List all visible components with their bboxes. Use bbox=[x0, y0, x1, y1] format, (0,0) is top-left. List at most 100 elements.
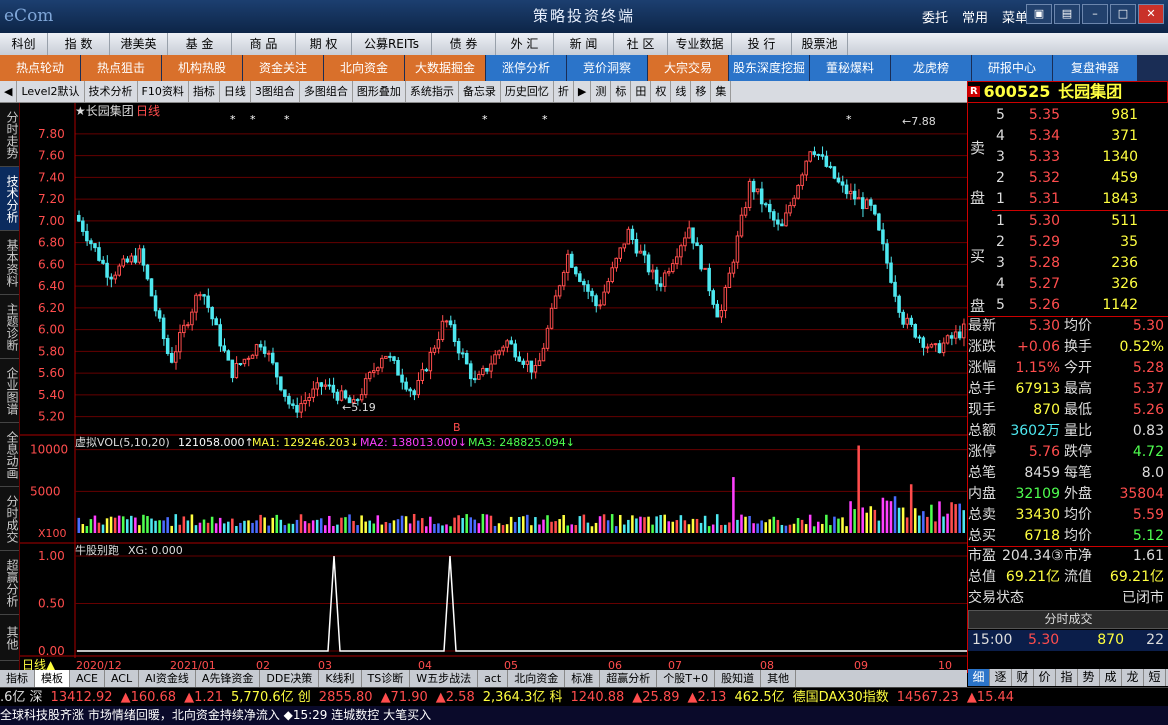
feature-tab[interactable]: 热点狙击 bbox=[81, 55, 161, 81]
indicator-tab[interactable]: 北向资金 bbox=[508, 670, 566, 687]
news-bar[interactable]: 全球科技股齐涨 市场情绪回暖，北向资金持续净流入 ◆15:29 连城数控 大笔买… bbox=[0, 706, 1168, 725]
indicator-tab[interactable]: A先锋资金 bbox=[196, 670, 261, 687]
toolbar-item[interactable]: F10资料 bbox=[138, 81, 189, 102]
feature-tab[interactable]: 热点轮动 bbox=[0, 55, 80, 81]
panel-tab[interactable]: 价 bbox=[1034, 669, 1056, 686]
menu-item[interactable]: 商 品 bbox=[232, 33, 296, 55]
toolbar-tool[interactable]: 测 bbox=[591, 81, 612, 102]
feature-tab[interactable]: 涨停分析 bbox=[486, 55, 566, 81]
indicator-tab[interactable]: ACE bbox=[70, 670, 105, 687]
feature-tab[interactable]: 复盘神器 bbox=[1053, 55, 1137, 81]
toolbar-item[interactable]: 技术分析 bbox=[85, 81, 138, 102]
close-icon[interactable]: ✕ bbox=[1138, 4, 1164, 24]
nav-tab[interactable]: 企业图谱 bbox=[0, 359, 19, 423]
feature-tab[interactable]: 股东深度挖掘 bbox=[729, 55, 809, 81]
nav-tab[interactable]: 其他 bbox=[0, 615, 19, 661]
indicator-tab[interactable]: ACL bbox=[105, 670, 140, 687]
panel-tab[interactable]: 龙 bbox=[1122, 669, 1144, 686]
toolbar-tool[interactable]: 线 bbox=[671, 81, 692, 102]
toolbar-item[interactable]: 图形叠加 bbox=[353, 81, 406, 102]
indicator-tab[interactable]: W五步战法 bbox=[410, 670, 479, 687]
menu-item[interactable]: 期 权 bbox=[296, 33, 352, 55]
menu-item[interactable]: 新 闻 bbox=[554, 33, 614, 55]
indicator-tab[interactable]: K线利 bbox=[319, 670, 362, 687]
menu-item[interactable]: 债 券 bbox=[432, 33, 496, 55]
feature-tab[interactable]: 研报中心 bbox=[972, 55, 1052, 81]
feature-tab[interactable]: 大宗交易 bbox=[648, 55, 728, 81]
indicator-tab[interactable]: TS诊断 bbox=[362, 670, 411, 687]
nav-tab[interactable]: 主题诊断 bbox=[0, 295, 19, 359]
toolbar-item[interactable]: Level2默认 bbox=[17, 81, 85, 102]
toolbar-tool[interactable]: 移 bbox=[691, 81, 712, 102]
toolbar-item[interactable]: 备忘录 bbox=[459, 81, 501, 102]
candle bbox=[844, 184, 849, 195]
indicator-tab[interactable]: 模板 bbox=[35, 670, 70, 687]
trades-header[interactable]: 分时成交 bbox=[968, 610, 1168, 629]
feature-tab[interactable]: 资金关注 bbox=[243, 55, 323, 81]
nav-tab[interactable]: 分时走势 bbox=[0, 103, 19, 167]
indicator-tab[interactable]: 指标 bbox=[0, 670, 35, 687]
layout-icon[interactable]: ▤ bbox=[1054, 4, 1080, 24]
feature-tab[interactable]: 机构热股 bbox=[162, 55, 242, 81]
toolbar-tool[interactable]: 权 bbox=[651, 81, 672, 102]
menu-item[interactable]: 公募REITs bbox=[352, 33, 432, 55]
indicator-tab[interactable]: AI资金线 bbox=[139, 670, 196, 687]
nav-tab[interactable]: 分时成交 bbox=[0, 487, 19, 551]
minimize-icon[interactable]: – bbox=[1082, 4, 1108, 24]
menu-item[interactable]: 社 区 bbox=[614, 33, 668, 55]
prev-arrow-icon[interactable]: ◀ bbox=[0, 81, 18, 102]
panel-tab[interactable]: 逐 bbox=[990, 669, 1012, 686]
nav-tab[interactable]: 全息动画 bbox=[0, 423, 19, 487]
feature-tab[interactable]: 龙虎榜 bbox=[891, 55, 971, 81]
dock-icon[interactable]: ▣ bbox=[1026, 4, 1052, 24]
menu-item[interactable]: 港美英 bbox=[110, 33, 168, 55]
indicator-tab[interactable]: 超赢分析 bbox=[600, 670, 658, 687]
indicator-tab[interactable]: 股知道 bbox=[715, 670, 762, 687]
menu-item[interactable]: 指 数 bbox=[48, 33, 110, 55]
menu-common[interactable]: 常用 bbox=[962, 7, 988, 26]
indicator-tab[interactable]: 其他 bbox=[761, 670, 797, 687]
maximize-icon[interactable]: □ bbox=[1110, 4, 1136, 24]
toolbar-tool[interactable]: 标 bbox=[611, 81, 632, 102]
menu-item[interactable]: 专业数据 bbox=[668, 33, 732, 55]
menu-item[interactable]: 外 汇 bbox=[496, 33, 554, 55]
toolbar-item[interactable]: 历史回忆 bbox=[501, 81, 554, 102]
toolbar-item[interactable]: 3图组合 bbox=[251, 81, 300, 102]
nav-tab[interactable]: 超赢分析 bbox=[0, 551, 19, 615]
menu-item[interactable]: 基 金 bbox=[168, 33, 232, 55]
indicator-tab[interactable]: DDE决策 bbox=[260, 670, 320, 687]
feature-tab[interactable]: 大数据掘金 bbox=[405, 55, 485, 81]
feature-tab[interactable]: 北向资金 bbox=[324, 55, 404, 81]
quote-row: 涨跌 +0.06 换手 0.52% bbox=[968, 337, 1168, 358]
menu-item[interactable]: 投 行 bbox=[732, 33, 792, 55]
menu-item[interactable]: 科创板 bbox=[0, 33, 48, 73]
bid-level: 2 bbox=[996, 234, 1005, 250]
panel-tab[interactable]: 成 bbox=[1100, 669, 1122, 686]
nav-tab[interactable]: 技术分析 bbox=[0, 167, 19, 231]
kline-chart[interactable]: 7.80 7.60 7.40 7.20 7.00 6.80 6.60 6.40 6.20 6.00… bbox=[20, 103, 967, 673]
nav-tab[interactable]: 基本资料 bbox=[0, 231, 19, 295]
indicator-tab[interactable]: 标准 bbox=[565, 670, 601, 687]
quote-label: 均价 bbox=[1064, 528, 1092, 544]
toolbar-item[interactable]: 指标 bbox=[189, 81, 220, 102]
menu-order[interactable]: 委托 bbox=[922, 7, 948, 26]
panel-tab[interactable]: 细 bbox=[968, 669, 990, 686]
toolbar-item[interactable]: 系统指示 bbox=[406, 81, 459, 102]
panel-tab[interactable]: 财 bbox=[1012, 669, 1034, 686]
indicator-tab[interactable]: 个股T+0 bbox=[657, 670, 716, 687]
indicator-tab[interactable]: act bbox=[478, 670, 509, 687]
panel-tab[interactable]: 指 bbox=[1056, 669, 1078, 686]
toolbar-item[interactable]: 折 bbox=[554, 81, 574, 102]
toolbar-item[interactable]: 日线 bbox=[220, 81, 251, 102]
next-arrow-icon[interactable]: ▶ bbox=[574, 81, 592, 102]
panel-tab[interactable]: 短 bbox=[1144, 669, 1166, 686]
candle bbox=[489, 363, 493, 372]
panel-tab[interactable]: 势 bbox=[1078, 669, 1100, 686]
feature-tab[interactable]: 董秘爆料 bbox=[810, 55, 890, 81]
toolbar-tool[interactable]: 田 bbox=[631, 81, 652, 102]
toolbar-item[interactable]: 多图组合 bbox=[300, 81, 353, 102]
feature-tab[interactable]: 竞价洞察 bbox=[567, 55, 647, 81]
menu-main[interactable]: 菜单 bbox=[1002, 7, 1028, 26]
menu-item[interactable]: 股票池 bbox=[792, 33, 848, 55]
toolbar-tool[interactable]: 集 bbox=[711, 81, 732, 102]
